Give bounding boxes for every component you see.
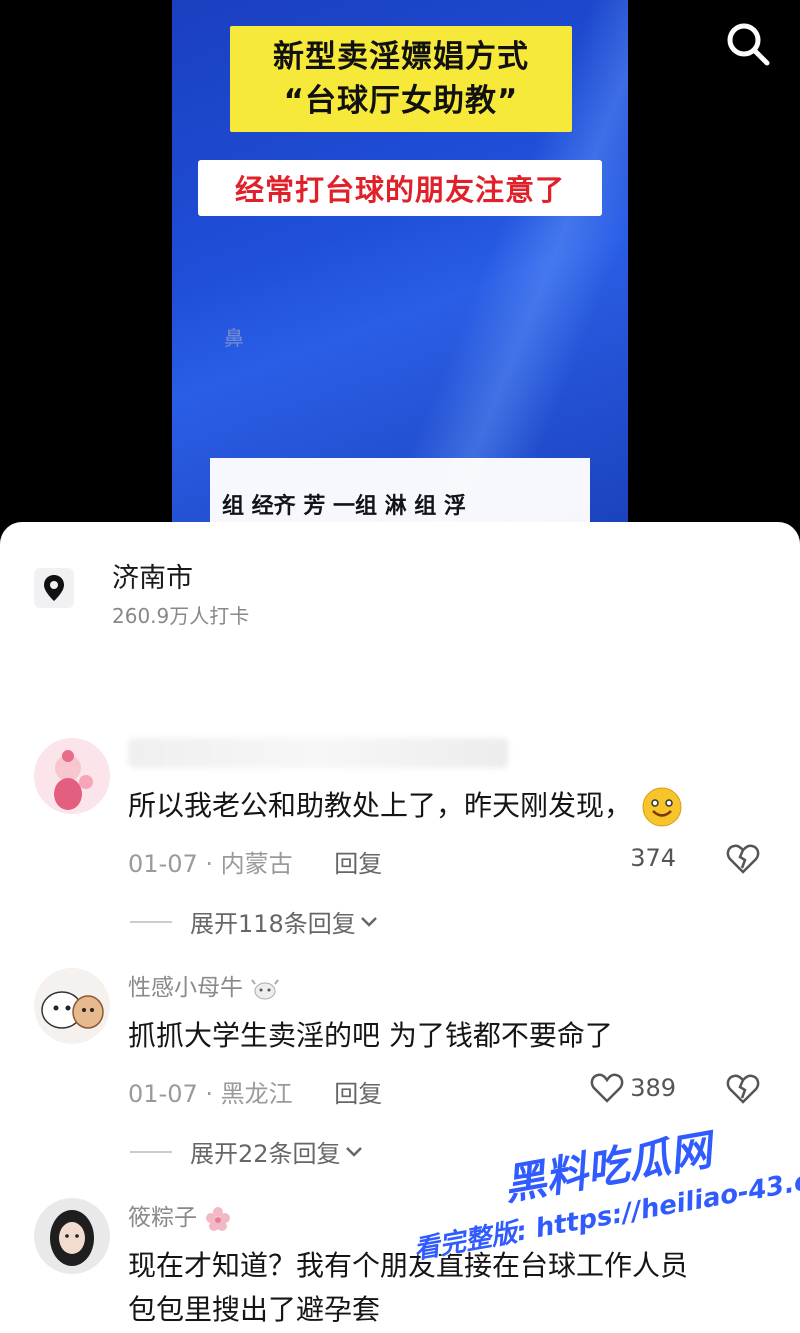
like-count: 389 (630, 1074, 676, 1102)
video-frame: 新型卖淫嫖娼方式 “台球厅女助教” 经常打台球的朋友注意了 鼻 组 经齐 芳 一… (172, 0, 628, 560)
comment-username: 性感小母牛 (128, 968, 280, 1002)
like-button[interactable]: 389 (590, 1072, 676, 1104)
cow-icon (251, 978, 280, 999)
grinning-face-icon (642, 787, 682, 827)
video-blur-char: 鼻 (224, 326, 244, 350)
video-title-line1: 新型卖淫嫖娼方式 (273, 39, 529, 75)
location-name: 济南市 (112, 563, 193, 594)
broken-heart-icon[interactable] (726, 1072, 760, 1106)
video-player[interactable]: 新型卖淫嫖娼方式 “台球厅女助教” 经常打台球的朋友注意了 鼻 组 经齐 芳 一… (0, 0, 800, 560)
location-pin-icon (34, 568, 74, 608)
search-icon (727, 23, 770, 66)
search-button[interactable] (718, 14, 778, 74)
user-avatar[interactable] (34, 738, 110, 814)
comment-text: 抓抓大学生卖淫的吧 为了钱都不要命了 (128, 1019, 613, 1052)
expand-replies-label: 展开118条回复 (190, 910, 356, 938)
user-avatar[interactable] (34, 1198, 110, 1274)
video-subtitle: 经常打台球的朋友注意了 (234, 173, 565, 207)
comment-meta: 01-07 · 内蒙古 回复 (128, 850, 383, 878)
broken-heart-icon[interactable] (726, 842, 760, 876)
comment-region: 内蒙古 (220, 850, 293, 878)
comment-username: 筱粽子 (128, 1198, 232, 1233)
video-title-line2: “台球厅女助教” (283, 83, 519, 119)
user-avatar[interactable] (34, 968, 110, 1044)
username-blurred (128, 738, 508, 768)
location-card[interactable]: 济南市 260.9万人打卡 (34, 556, 734, 636)
comment-region: 黑龙江 (220, 1080, 293, 1108)
comment-date: 01-07 (128, 850, 198, 878)
like-count: 374 (630, 844, 676, 872)
comment-meta: 01-07 · 黑龙江 回复 (128, 1080, 383, 1108)
video-title-banner: 新型卖淫嫖娼方式 “台球厅女助教” (230, 26, 572, 132)
like-button[interactable]: 374 (630, 844, 676, 872)
flower-icon (206, 1206, 231, 1231)
comment-text-line1: 现在才知道？我有个朋友直接在台球工作人员 (128, 1249, 689, 1282)
reply-button[interactable]: 回复 (334, 850, 382, 878)
chevron-down-icon (360, 916, 377, 927)
expand-replies-button[interactable]: 展开118条回复 (130, 904, 382, 939)
chevron-down-icon (345, 1146, 362, 1157)
video-subtitle-banner: 经常打台球的朋友注意了 (198, 160, 602, 216)
comment-text-line2: 包包里搜出了避孕套 (128, 1293, 381, 1326)
fragment-text: 组 经齐 芳 一组 淋 组 浮 (222, 494, 466, 519)
location-checkin-count: 260.9万人打卡 (112, 604, 250, 628)
expand-replies-button[interactable]: 展开22条回复 (130, 1134, 367, 1169)
divider-line (130, 1150, 172, 1153)
comment-date: 01-07 (128, 1080, 198, 1108)
expand-replies-label: 展开22条回复 (190, 1140, 341, 1168)
divider-line (130, 920, 172, 923)
comment-text: 所以我老公和助教处上了，昨天刚发现， (128, 784, 682, 827)
reply-button[interactable]: 回复 (334, 1080, 382, 1108)
heart-icon (590, 1073, 624, 1103)
